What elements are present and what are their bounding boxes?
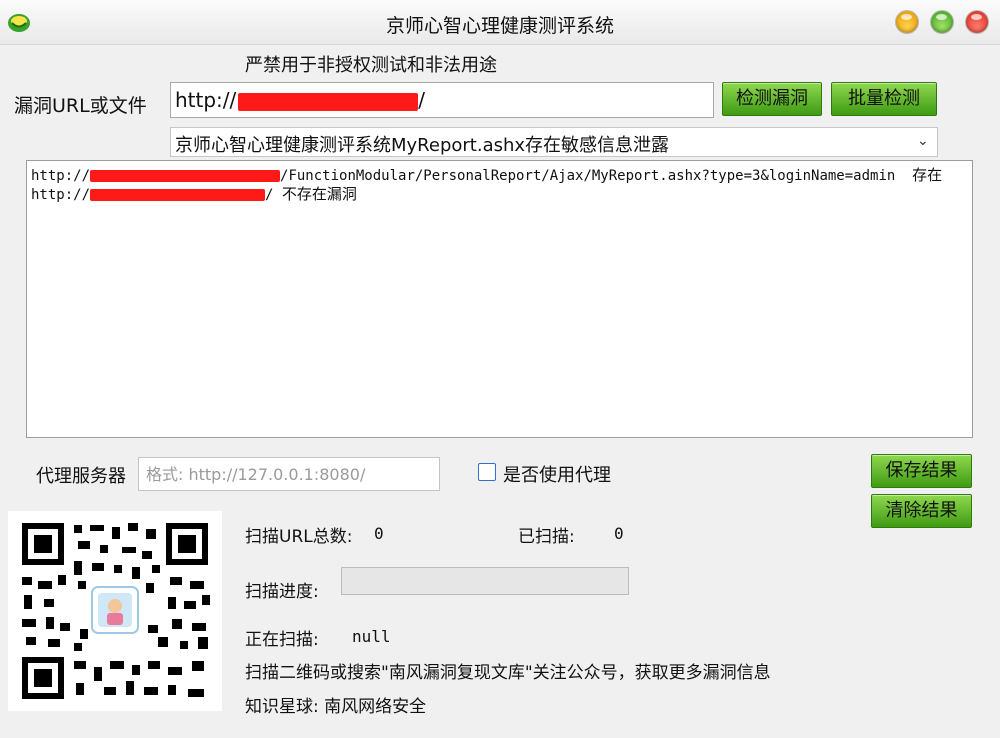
minimize-button[interactable] [896, 11, 918, 33]
detect-button[interactable]: 检测漏洞 [722, 82, 822, 116]
redacted-host [90, 170, 281, 182]
redacted-host [90, 189, 266, 201]
vuln-select-value: 京师心智心理健康测评系统MyReport.ashx存在敏感信息泄露 [175, 135, 670, 156]
scanned-value: 0 [614, 524, 624, 543]
url-prefix: http:// [175, 88, 237, 112]
current-scan-value: null [352, 627, 391, 646]
use-proxy-checkbox[interactable] [478, 463, 496, 481]
scan-progress-bar [341, 567, 629, 595]
qr-code-image [22, 523, 210, 699]
vuln-select[interactable]: 京师心智心理健康测评系统MyReport.ashx存在敏感信息泄露 ⌄ [170, 127, 938, 157]
window-title: 京师心智心理健康测评系统 [385, 15, 614, 37]
qr-note: 扫描二维码或搜索"南风漏洞复现文库"关注公众号，获取更多漏洞信息 [245, 663, 771, 683]
redacted-host [238, 92, 419, 111]
chevron-down-icon: ⌄ [917, 133, 929, 149]
warning-text: 严禁用于非授权测试和非法用途 [245, 55, 497, 76]
proxy-input[interactable] [138, 457, 440, 491]
clear-results-button[interactable]: 清除结果 [871, 494, 972, 528]
url-input[interactable]: http:// / [170, 82, 714, 118]
total-urls-label: 扫描URL总数: [245, 527, 353, 547]
proxy-label: 代理服务器 [36, 466, 126, 487]
save-results-button[interactable]: 保存结果 [871, 454, 972, 488]
knowledge-planet: 知识星球: 南风网络安全 [245, 697, 427, 717]
result-line: http:///FunctionModular/PersonalReport/A… [31, 166, 943, 184]
maximize-button[interactable] [931, 11, 953, 33]
use-proxy-label: 是否使用代理 [503, 465, 611, 486]
result-line: http:/// 不存在漏洞 [31, 185, 357, 203]
current-scan-label: 正在扫描: [245, 630, 319, 650]
progress-label: 扫描进度: [245, 582, 319, 602]
title-bar: 京师心智心理健康测评系统 [0, 0, 1000, 45]
batch-detect-button[interactable]: 批量检测 [831, 82, 937, 116]
qr-code [8, 511, 222, 711]
close-button[interactable] [966, 11, 988, 33]
url-suffix: / [418, 88, 426, 112]
url-label: 漏洞URL或文件 [14, 95, 147, 117]
total-urls-value: 0 [374, 524, 384, 543]
scanned-label: 已扫描: [518, 527, 575, 547]
result-output[interactable]: http:///FunctionModular/PersonalReport/A… [26, 160, 973, 438]
